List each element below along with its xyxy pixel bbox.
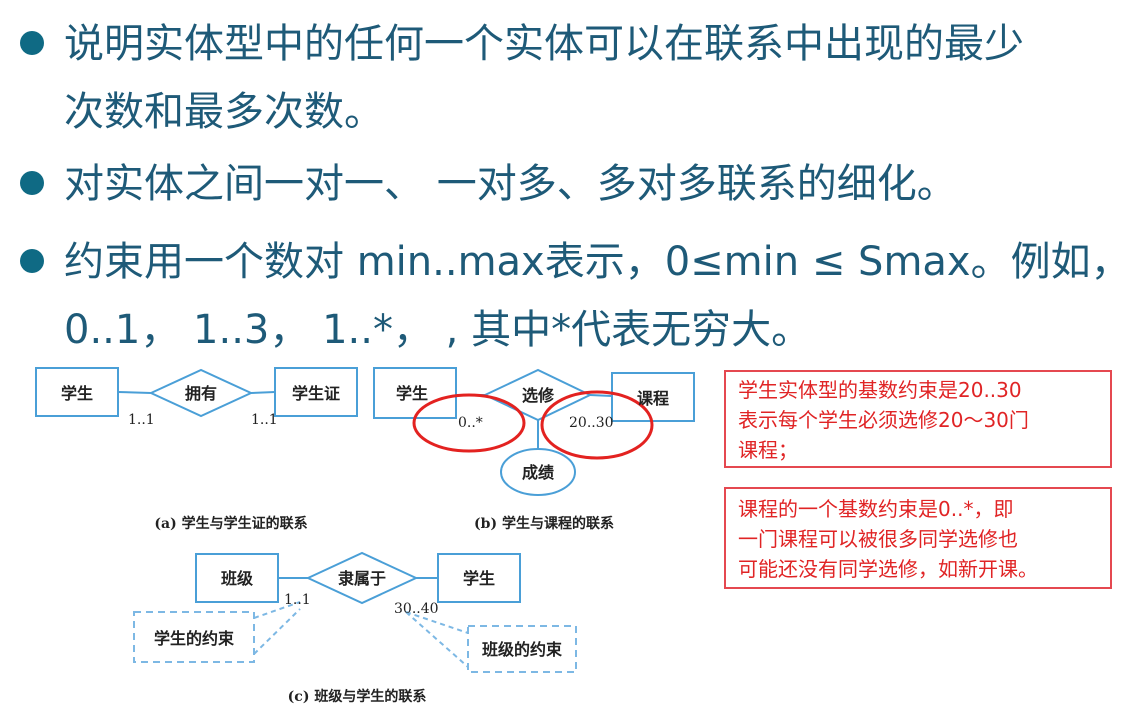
bullet-text-line: 说明实体型中的任何一个实体可以在联系中出现的最少 bbox=[64, 21, 1024, 67]
cardinality-label: 1..1 bbox=[284, 592, 311, 608]
bullet-text-line: 对实体之间一对一、 一对多、多对多联系的细化。 bbox=[64, 161, 957, 207]
cardinality-label: 20..30 bbox=[569, 415, 614, 431]
entity-label: 课程 bbox=[637, 389, 669, 408]
relation-label: 拥有 bbox=[185, 384, 217, 403]
bullet-dot-icon bbox=[20, 249, 44, 273]
diagram-caption: (c) 班级与学生的联系 bbox=[288, 688, 427, 705]
connector-a-right bbox=[250, 391, 276, 394]
entity-label: 学生 bbox=[396, 384, 428, 403]
note-box-student-constraint: 学生实体型的基数约束是20..30 表示每个学生必须选修20～30门 课程； bbox=[724, 370, 1112, 468]
constraint-label: 学生的约束 bbox=[154, 629, 235, 648]
bullet-text: 对实体之间一对一、 一对多、多对多联系的细化。 bbox=[64, 150, 1114, 218]
bullet-text: 说明实体型中的任何一个实体可以在联系中出现的最少 次数和最多次数。 bbox=[64, 10, 1114, 146]
connector-b-right bbox=[589, 394, 613, 397]
bullet-item-3: 约束用一个数对 min..max表示，0≤min ≤ Smax。例如， 0..1… bbox=[0, 228, 1140, 364]
attribute-label: 成绩 bbox=[522, 463, 554, 482]
bullet-text-line: 次数和最多次数。 bbox=[64, 89, 384, 135]
constraint-label: 班级的约束 bbox=[482, 640, 563, 659]
entity-label: 学生 bbox=[61, 384, 93, 403]
note-line: 课程； bbox=[738, 438, 798, 462]
cardinality-label: 0..* bbox=[458, 415, 483, 431]
note-box-course-constraint: 课程的一个基数约束是0..*，即 一门课程可以被很多同学选修也 可能还没有同学选… bbox=[724, 487, 1112, 589]
bullet-dot-icon bbox=[20, 31, 44, 55]
er-diagram-svg: 学生 拥有 学生证 1..1 1..1 (a) 学生与学生证的联系 学生 选修 … bbox=[35, 367, 695, 705]
cardinality-label: 1..1 bbox=[128, 412, 155, 428]
entity-label: 班级 bbox=[221, 569, 254, 588]
cardinality-label: 1..1 bbox=[251, 412, 278, 428]
note-line: 表示每个学生必须选修20～30门 bbox=[738, 408, 1029, 432]
note-line: 一门课程可以被很多同学选修也 bbox=[738, 527, 1018, 551]
diagram-caption: (a) 学生与学生证的联系 bbox=[154, 515, 307, 532]
note-line: 可能还没有同学选修，如新开课。 bbox=[738, 557, 1038, 581]
bullet-dot-icon bbox=[20, 171, 44, 195]
relation-label: 隶属于 bbox=[338, 569, 386, 588]
note-line: 课程的一个基数约束是0..*，即 bbox=[738, 497, 1014, 521]
constraint-connector-right-bottom bbox=[405, 611, 469, 668]
relation-label: 选修 bbox=[522, 386, 555, 405]
note-line: 学生实体型的基数约束是20..30 bbox=[738, 378, 1022, 402]
entity-label: 学生 bbox=[463, 569, 495, 588]
constraint-connector-left-bottom bbox=[253, 608, 301, 655]
entity-label: 学生证 bbox=[292, 384, 340, 403]
diagram-panel-b: 学生 选修 课程 成绩 0..* 20..30 (b) 学生与课程的联系 bbox=[373, 367, 695, 532]
bullet-text-line: 约束用一个数对 min..max表示，0≤min ≤ Smax。例如， bbox=[64, 239, 1131, 285]
diagram-panel-a: 学生 拥有 学生证 1..1 1..1 (a) 学生与学生证的联系 bbox=[35, 367, 358, 532]
connector-a-left bbox=[117, 391, 152, 394]
diagram-caption: (b) 学生与课程的联系 bbox=[474, 515, 614, 532]
cardinality-label: 30..40 bbox=[394, 601, 439, 617]
bullet-text: 约束用一个数对 min..max表示，0≤min ≤ Smax。例如， 0..1… bbox=[64, 228, 1131, 364]
bullet-item-1: 说明实体型中的任何一个实体可以在联系中出现的最少 次数和最多次数。 bbox=[0, 10, 1140, 146]
er-diagram: 学生 拥有 学生证 1..1 1..1 (a) 学生与学生证的联系 学生 选修 … bbox=[0, 352, 720, 713]
diagram-panel-c: 班级 隶属于 学生 1..1 30..40 学生的约束 班级的约束 (c) 班级… bbox=[133, 551, 577, 705]
bullet-item-2: 对实体之间一对一、 一对多、多对多联系的细化。 bbox=[0, 150, 1140, 218]
